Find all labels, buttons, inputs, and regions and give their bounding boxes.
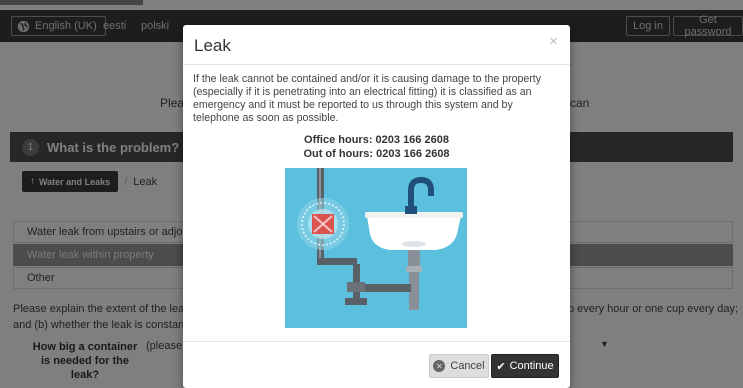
modal-body: If the leak cannot be contained and/or i… bbox=[183, 65, 570, 161]
modal-footer: ✕ Cancel ✔ Continue bbox=[183, 341, 570, 388]
out-of-hours: Out of hours: 0203 166 2608 bbox=[303, 148, 450, 160]
cancel-button[interactable]: ✕ Cancel bbox=[429, 354, 489, 378]
contact-hours: Office hours: 0203 166 2608 Out of hours… bbox=[193, 133, 560, 161]
continue-button[interactable]: ✔ Continue bbox=[491, 354, 559, 378]
check-icon: ✔ bbox=[496, 360, 506, 373]
close-icon[interactable]: × bbox=[549, 33, 558, 50]
cancel-label: Cancel bbox=[450, 360, 485, 372]
times-circle-icon: ✕ bbox=[433, 360, 446, 372]
modal-message: If the leak cannot be contained and/or i… bbox=[193, 73, 542, 124]
leak-illustration bbox=[285, 168, 467, 328]
leak-modal: Leak × If the leak cannot be contained a… bbox=[183, 25, 570, 388]
office-hours: Office hours: 0203 166 2608 bbox=[304, 134, 449, 146]
continue-label: Continue bbox=[509, 360, 554, 372]
modal-header: Leak × bbox=[183, 25, 570, 65]
modal-title: Leak bbox=[194, 36, 231, 55]
